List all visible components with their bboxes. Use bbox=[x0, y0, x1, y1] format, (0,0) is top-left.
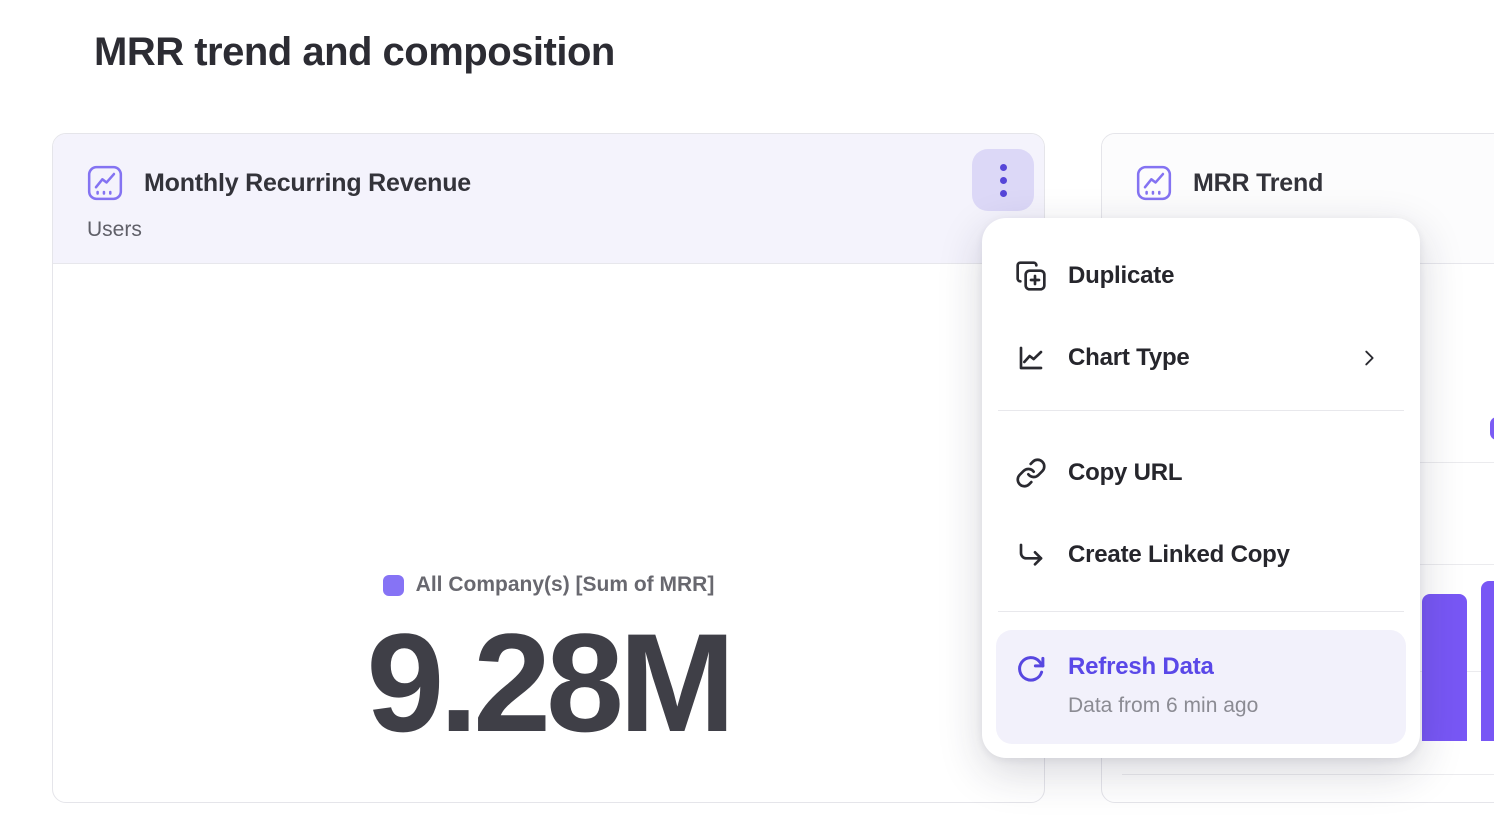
big-number-value: 9.28M bbox=[53, 613, 1044, 753]
menu-divider bbox=[998, 410, 1404, 411]
corner-down-right-icon bbox=[1015, 539, 1047, 571]
line-chart-widget-icon bbox=[1135, 164, 1173, 202]
context-menu: Duplicate Chart Type bbox=[982, 218, 1420, 758]
menu-item-label: Copy URL bbox=[1068, 459, 1182, 487]
menu-item-label: Duplicate bbox=[1068, 262, 1174, 290]
legend: All Company(s) [Sum of MRR] bbox=[53, 573, 1044, 597]
card-header: Monthly Recurring Revenue Users bbox=[53, 134, 1044, 264]
line-chart-widget-icon bbox=[86, 164, 124, 202]
kebab-dot bbox=[1000, 177, 1007, 184]
refresh-data-sublabel: Data from 6 min ago bbox=[1068, 694, 1258, 718]
bar[interactable] bbox=[1422, 594, 1467, 741]
menu-item-chart-type[interactable]: Chart Type bbox=[982, 317, 1420, 399]
menu-item-refresh-data[interactable]: Refresh Data Data from 6 min ago bbox=[996, 630, 1406, 744]
refresh-icon bbox=[1016, 654, 1046, 684]
bar[interactable] bbox=[1481, 581, 1494, 741]
legend-swatch bbox=[383, 575, 404, 596]
link-icon bbox=[1015, 457, 1047, 489]
card-title: Monthly Recurring Revenue bbox=[144, 169, 471, 198]
mrr-big-number-card: Monthly Recurring Revenue Users All Comp… bbox=[52, 133, 1045, 803]
menu-item-copy-url[interactable]: Copy URL bbox=[982, 432, 1420, 514]
card-subtitle: Users bbox=[87, 218, 142, 242]
duplicate-icon bbox=[1015, 260, 1047, 292]
dashboard: MRR trend and composition Monthly Recurr… bbox=[0, 0, 1494, 816]
chevron-right-icon bbox=[1358, 347, 1380, 369]
menu-item-label: Create Linked Copy bbox=[1068, 541, 1290, 569]
refresh-data-label: Refresh Data bbox=[1068, 653, 1214, 681]
chart-type-icon bbox=[1015, 342, 1047, 374]
legend-label: All Company(s) [Sum of MRR] bbox=[416, 573, 715, 597]
kebab-dot bbox=[1000, 190, 1007, 197]
menu-item-create-linked-copy[interactable]: Create Linked Copy bbox=[982, 514, 1420, 596]
page-title: MRR trend and composition bbox=[94, 30, 615, 75]
kebab-menu-button[interactable] bbox=[972, 149, 1034, 211]
card-title: MRR Trend bbox=[1193, 169, 1323, 198]
gridline bbox=[1122, 774, 1494, 775]
kebab-dot bbox=[1000, 164, 1007, 171]
menu-divider bbox=[998, 611, 1404, 612]
big-number-body: All Company(s) [Sum of MRR] 9.28M bbox=[53, 265, 1044, 802]
menu-item-label: Chart Type bbox=[1068, 344, 1190, 372]
menu-item-duplicate[interactable]: Duplicate bbox=[982, 235, 1420, 317]
legend-swatch bbox=[1490, 417, 1494, 440]
